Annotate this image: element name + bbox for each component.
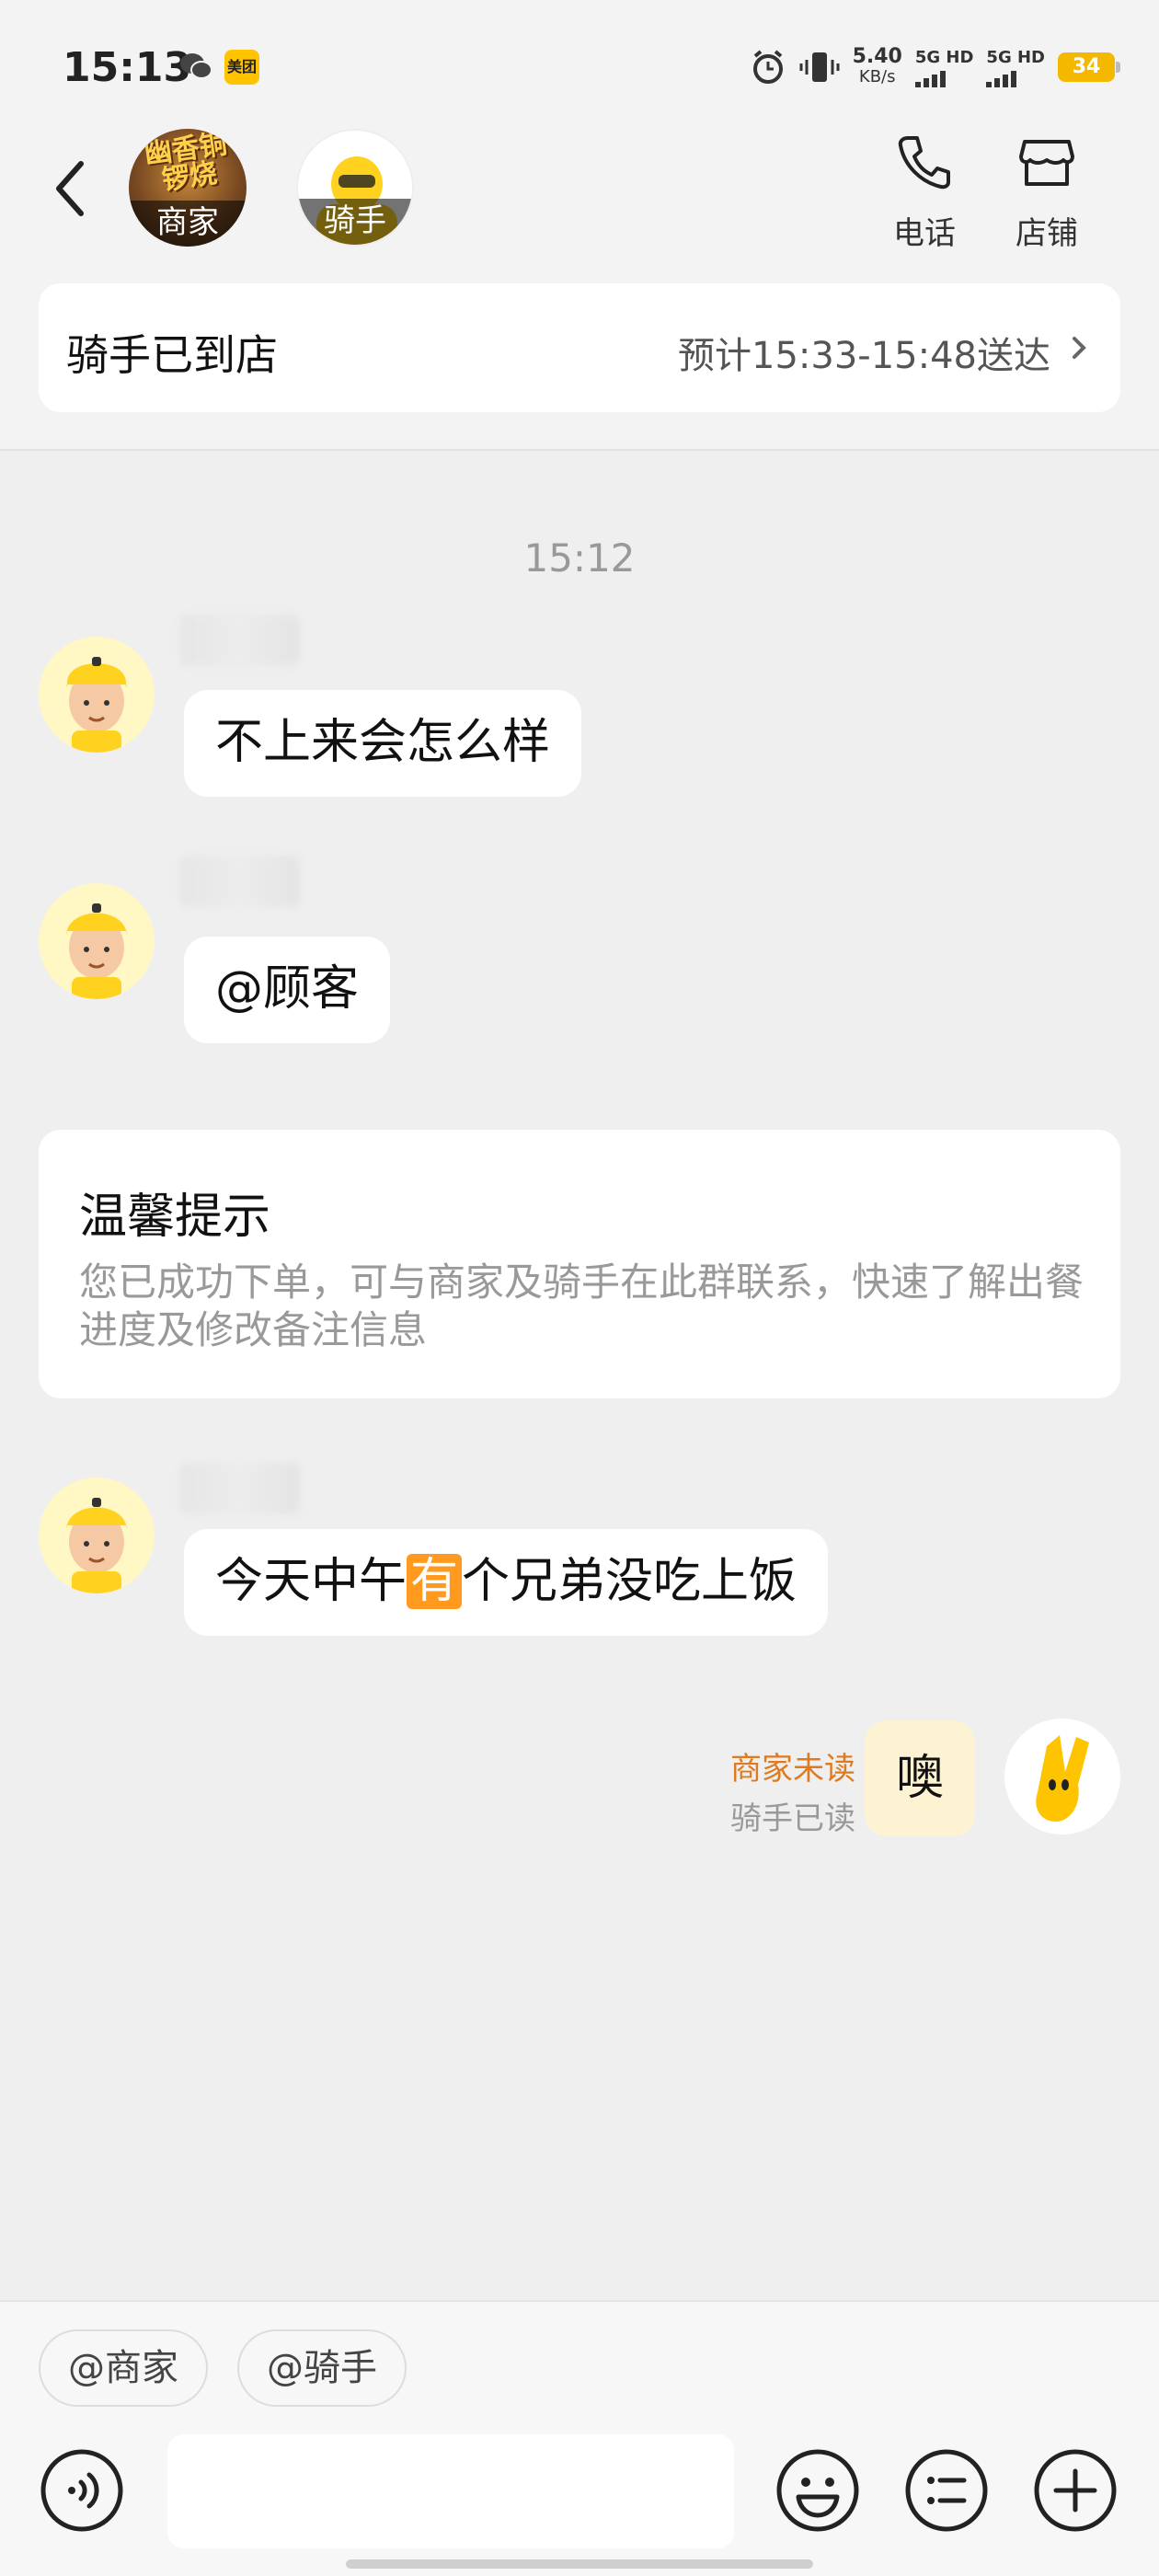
chevron-right-icon: [1073, 337, 1086, 359]
back-icon[interactable]: [48, 156, 94, 221]
home-indicator[interactable]: [346, 2559, 813, 2569]
status-bar: 15:13 美团 5.40 KB/s 5G HD 5G HD 34: [0, 0, 1159, 129]
yellow-hand-mascot-icon: [1036, 1735, 1089, 1822]
blurred-sender-name: [180, 1463, 300, 1514]
store-button[interactable]: 店铺: [996, 129, 1097, 253]
rider-message-avatar[interactable]: [39, 1478, 155, 1593]
phone-icon: [898, 136, 950, 190]
phone-button[interactable]: 电话: [874, 129, 975, 253]
mention-merchant-chip[interactable]: @商家: [39, 2329, 208, 2407]
emoji-icon[interactable]: [775, 2447, 861, 2534]
top-header-area: 15:13 美团 5.40 KB/s 5G HD 5G HD 34 幽香铜锣烧 …: [0, 0, 1159, 451]
rider-read-status: 骑手已读: [730, 1800, 855, 1837]
merchant-avatar[interactable]: 幽香铜锣烧 商家: [129, 129, 247, 247]
message-input[interactable]: [167, 2434, 734, 2548]
rider-message-avatar[interactable]: [39, 883, 155, 999]
tip-title: 温馨提示: [79, 1190, 271, 1245]
self-message-bubble[interactable]: 噢: [865, 1720, 975, 1836]
rider-message-avatar[interactable]: [39, 637, 155, 753]
network-speed: 5.40 KB/s: [852, 45, 902, 87]
merchant-logo-text: 幽香铜锣烧: [142, 129, 229, 197]
rider-avatar-label: 骑手: [298, 199, 412, 245]
chat-message-bubble[interactable]: @顾客: [184, 937, 391, 1043]
rider-face-icon: [66, 903, 127, 999]
vibrate-icon: [799, 52, 840, 82]
tip-card: 温馨提示 您已成功下单，可与商家及骑手在此群联系，快速了解出餐进度及修改备注信息: [39, 1130, 1120, 1398]
chat-message-bubble[interactable]: 不上来会怎么样: [184, 690, 582, 797]
phone-label: 电话: [893, 215, 956, 252]
rider-face-icon: [66, 1498, 127, 1593]
tip-body: 您已成功下单，可与商家及骑手在此群联系，快速了解出餐进度及修改备注信息: [79, 1259, 1084, 1352]
store-label: 店铺: [1016, 215, 1078, 252]
highlighted-word: 有: [407, 1554, 463, 1609]
voice-icon[interactable]: [39, 2447, 125, 2534]
meituan-app-icon: 美团: [224, 50, 259, 85]
self-avatar[interactable]: [1004, 1719, 1120, 1834]
signal-sim2: 5G HD: [986, 48, 1045, 87]
input-area: @商家 @骑手: [0, 2300, 1159, 2576]
battery-indicator: 34: [1058, 52, 1120, 82]
rider-status-card[interactable]: 骑手已到店 预计15:33-15:48送达: [39, 283, 1120, 412]
alarm-icon: [752, 50, 783, 84]
delivery-eta: 预计15:33-15:48送达: [678, 335, 1050, 377]
rider-status-text: 骑手已到店: [66, 330, 278, 380]
store-icon: [1019, 140, 1074, 186]
merchant-avatar-label: 商家: [129, 201, 247, 247]
chat-message-bubble[interactable]: 今天中午有个兄弟没吃上饭: [184, 1529, 829, 1636]
plus-icon[interactable]: [1032, 2447, 1119, 2534]
signal-sim1: 5G HD: [914, 48, 973, 87]
wechat-icon: [180, 53, 212, 79]
rider-face-icon: [66, 657, 127, 753]
quick-reply-list-icon[interactable]: [903, 2447, 990, 2534]
mention-rider-chip[interactable]: @骑手: [237, 2329, 407, 2407]
merchant-read-status: 商家未读: [730, 1751, 855, 1788]
status-time: 15:13: [63, 44, 192, 91]
status-right-icons: 5.40 KB/s 5G HD 5G HD 34: [750, 44, 1120, 90]
read-status: 商家未读 骑手已读: [730, 1744, 855, 1844]
chat-time-separator: 15:12: [523, 535, 636, 581]
blurred-sender-name: [180, 856, 300, 907]
rider-avatar[interactable]: 骑手: [296, 129, 414, 247]
blurred-sender-name: [180, 615, 300, 666]
